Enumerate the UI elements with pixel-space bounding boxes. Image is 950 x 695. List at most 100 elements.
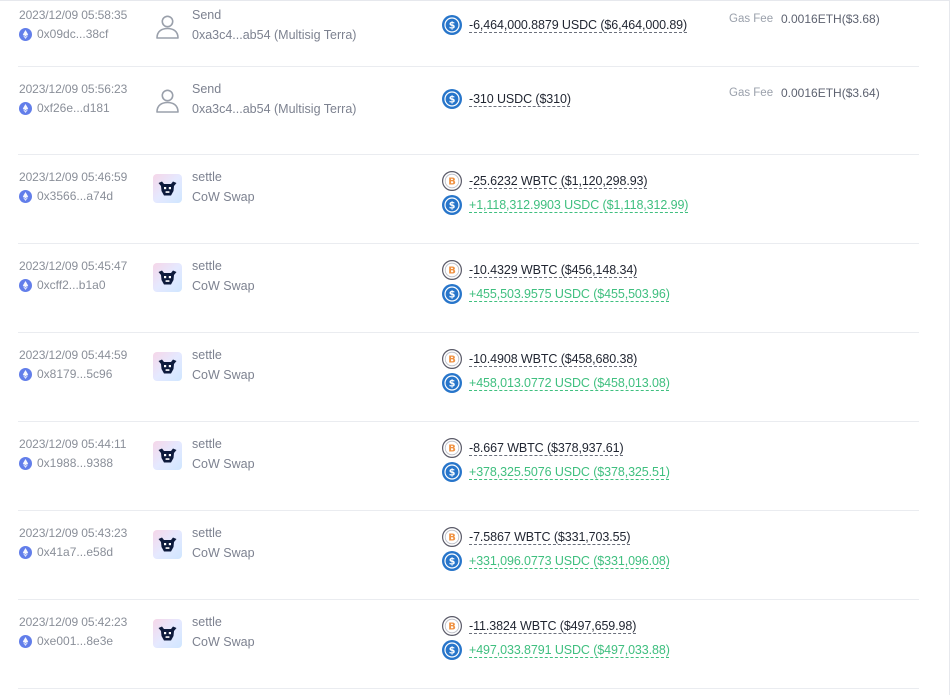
wbtc-icon: B [442,438,462,458]
token-transfer: $ +497,033.8791 USDC ($497,033.88) [442,640,670,660]
svg-text:$: $ [449,200,456,211]
token-amount[interactable]: -8.667 WBTC ($378,937.61) [469,441,624,455]
transaction-time: 2023/12/09 05:43:23 [19,526,128,540]
transaction-row: 2023/12/09 05:58:35 0x09dc...38cf Send 0xa3… [18,0,919,67]
token-transfer: $ -6,464,000.8879 USDC ($6,464,000.89) [442,15,687,35]
transaction-row: 2023/12/09 05:43:23 0x41a7...e58d settle Co… [18,511,919,600]
wbtc-icon: B [442,171,462,191]
transaction-counterparty[interactable]: CoW Swap [192,635,255,649]
usdc-icon: $ [442,195,462,215]
svg-text:B: B [448,533,456,544]
token-amount[interactable]: +1,118,312.9903 USDC ($1,118,312.99) [469,198,688,212]
svg-text:$: $ [449,378,456,389]
transaction-hash-link[interactable]: 0x3566...a74d [19,189,113,203]
transaction-counterparty[interactable]: CoW Swap [192,457,255,471]
transaction-action: Send [192,82,222,96]
usdc-icon: $ [442,284,462,304]
token-transfer: B -10.4329 WBTC ($456,148.34) [442,260,637,280]
cow-swap-icon [153,263,182,292]
token-amount[interactable]: +331,096.0773 USDC ($331,096.08) [469,554,670,568]
transaction-hash-link[interactable]: 0x09dc...38cf [19,27,108,41]
ethereum-chain-icon [19,27,32,41]
token-transfer: $ +455,503.9575 USDC ($455,503.96) [442,284,670,304]
svg-text:$: $ [449,20,456,31]
transaction-counterparty[interactable]: CoW Swap [192,279,255,293]
token-amount[interactable]: -25.6232 WBTC ($1,120,298.93) [469,174,648,188]
ethereum-chain-icon [19,189,32,203]
svg-text:$: $ [449,289,456,300]
user-icon [153,86,182,115]
token-amount[interactable]: -10.4908 WBTC ($458,680.38) [469,352,637,366]
transaction-action: settle [192,615,222,629]
transaction-time: 2023/12/09 05:58:35 [19,8,128,22]
gas-fee-value: 0.0016ETH($3.64) [781,86,880,100]
transaction-time: 2023/12/09 05:46:59 [19,170,128,184]
token-amount[interactable]: +497,033.8791 USDC ($497,033.88) [469,643,670,657]
svg-text:B: B [448,355,456,366]
transaction-hash-text: 0x41a7...e58d [37,545,114,559]
ethereum-chain-icon [19,456,32,470]
transaction-action: settle [192,348,222,362]
transaction-row: 2023/12/09 05:44:59 0x8179...5c96 settle Co… [18,333,919,422]
token-amount[interactable]: +378,325.5076 USDC ($378,325.51) [469,465,670,479]
wbtc-icon: B [442,616,462,636]
svg-text:$: $ [449,94,456,105]
transaction-hash-link[interactable]: 0x8179...5c96 [19,367,112,381]
cow-swap-icon [153,441,182,470]
transaction-hash-link[interactable]: 0xe001...8e3e [19,634,113,648]
usdc-icon: $ [442,640,462,660]
token-amount[interactable]: +458,013.0772 USDC ($458,013.08) [469,376,670,390]
transaction-counterparty[interactable]: 0xa3c4...ab54 (Multisig Terra) [192,28,356,42]
token-transfer: $ +458,013.0772 USDC ($458,013.08) [442,373,670,393]
cow-swap-icon [153,174,182,203]
transaction-hash-link[interactable]: 0x41a7...e58d [19,545,113,559]
transaction-counterparty[interactable]: CoW Swap [192,368,255,382]
transaction-hash-text: 0x8179...5c96 [37,367,113,381]
transaction-hash-link[interactable]: 0x1988...9388 [19,456,113,470]
usdc-icon: $ [442,462,462,482]
svg-text:B: B [448,177,456,188]
transaction-row: 2023/12/09 05:42:23 0xe001...8e3e settle Co… [18,600,919,689]
transaction-hash-text: 0xe001...8e3e [37,634,114,648]
token-amount[interactable]: -7.5867 WBTC ($331,703.55) [469,530,630,544]
gas-fee-label: Gas Fee [729,87,774,99]
wbtc-icon: B [442,260,462,280]
token-amount[interactable]: -10.4329 WBTC ($456,148.34) [469,263,637,277]
svg-text:$: $ [449,556,456,567]
svg-text:$: $ [449,645,456,656]
token-transfer: B -7.5867 WBTC ($331,703.55) [442,527,630,547]
token-amount[interactable]: -11.3824 WBTC ($497,659.98) [469,619,636,633]
svg-text:B: B [448,622,456,633]
ethereum-chain-icon [19,101,32,115]
token-amount[interactable]: -310 USDC ($310) [469,92,571,106]
ethereum-chain-icon [19,634,32,648]
ethereum-chain-icon [19,545,32,559]
transaction-hash-text: 0x1988...9388 [37,456,114,470]
cow-swap-icon [153,530,182,559]
transaction-counterparty[interactable]: CoW Swap [192,546,255,560]
token-amount[interactable]: -6,464,000.8879 USDC ($6,464,000.89) [469,18,687,32]
token-transfer: $ +331,096.0773 USDC ($331,096.08) [442,551,670,571]
transaction-time: 2023/12/09 05:45:47 [19,259,128,273]
token-transfer: B -8.667 WBTC ($378,937.61) [442,438,624,458]
transaction-time: 2023/12/09 05:44:59 [19,348,128,362]
transaction-counterparty[interactable]: CoW Swap [192,190,255,204]
transaction-time: 2023/12/09 05:44:11 [19,437,127,451]
token-transfer: $ +378,325.5076 USDC ($378,325.51) [442,462,670,482]
transaction-hash-link[interactable]: 0xcff2...b1a0 [19,278,106,292]
transaction-time: 2023/12/09 05:56:23 [19,82,128,96]
transaction-counterparty[interactable]: 0xa3c4...ab54 (Multisig Terra) [192,102,356,116]
transaction-hash-text: 0x09dc...38cf [37,27,109,41]
wbtc-icon: B [442,527,462,547]
transaction-row: 2023/12/09 05:44:11 0x1988...9388 settle Co… [18,422,919,511]
token-amount[interactable]: +455,503.9575 USDC ($455,503.96) [469,287,670,301]
transaction-hash-link[interactable]: 0xf26e...d181 [19,101,110,115]
transaction-hash-text: 0x3566...a74d [37,189,114,203]
svg-text:B: B [448,444,456,455]
transaction-history-list: 2023/12/09 05:58:35 0x09dc...38cf Send 0xa3… [0,0,950,695]
token-transfer: B -10.4908 WBTC ($458,680.38) [442,349,637,369]
transaction-action: Send [192,8,222,22]
gas-fee-label: Gas Fee [729,13,774,25]
token-transfer: $ -310 USDC ($310) [442,89,571,109]
usdc-icon: $ [442,551,462,571]
